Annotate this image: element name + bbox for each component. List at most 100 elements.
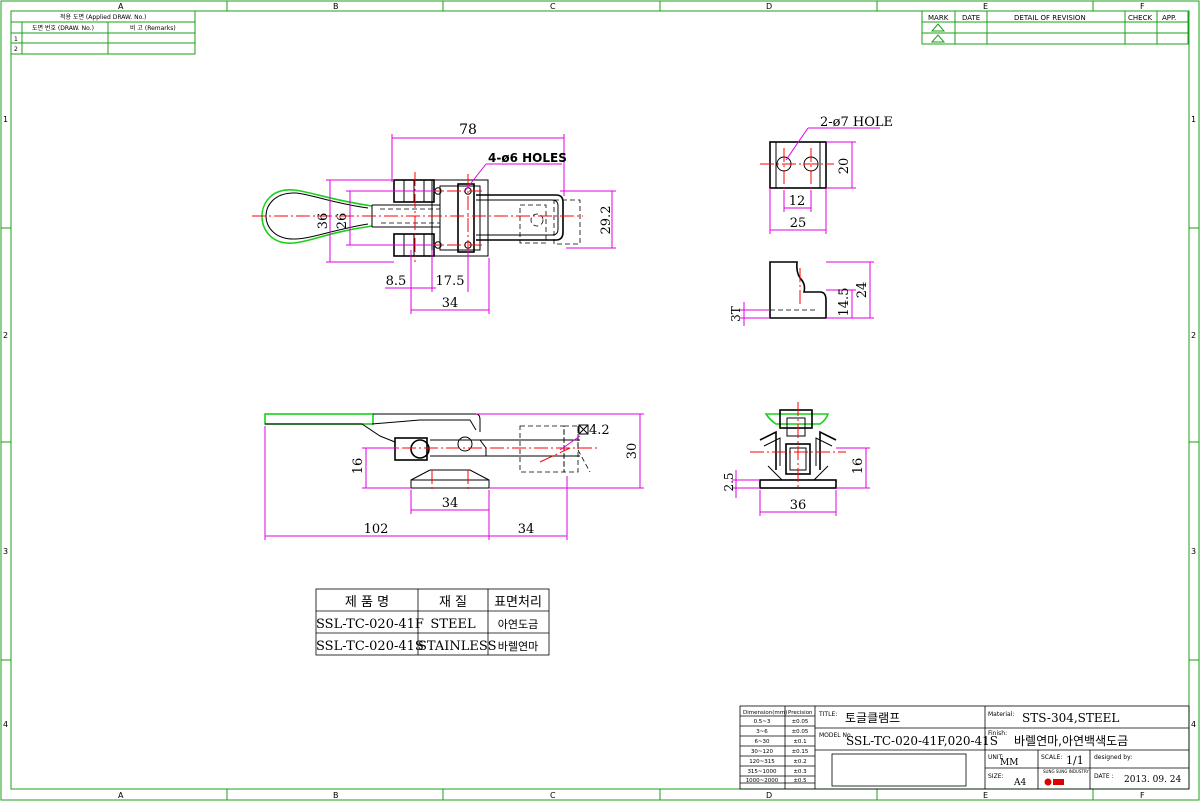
title-block: Dimension(mm) Precision 0.5~3 ±0.05 3~6 … <box>739 705 1190 790</box>
dim-29-2: 29.2 <box>599 206 614 235</box>
title-label: TITLE: <box>818 711 837 718</box>
tol-prec: ±0.1 <box>793 739 806 745</box>
scale-label: SCALE: <box>1041 754 1062 761</box>
tol-prec: ±0.2 <box>793 759 806 765</box>
plate-side-view: 24 14.5 3T <box>729 261 874 326</box>
date-label: DATE : <box>1094 773 1114 780</box>
ref-table-row-num: 1 <box>14 36 18 43</box>
dim-78: 78 <box>459 122 477 138</box>
dim-8-5: 8.5 <box>386 274 407 289</box>
zone-letter: F <box>1140 791 1145 800</box>
dim-14-5: 14.5 <box>837 288 852 317</box>
zone-letter: F <box>1140 2 1145 11</box>
front-view: 30 16 4.2 34 102 34 <box>264 413 644 540</box>
dim-4-holes: 4-ø6 HOLES <box>488 151 567 165</box>
dim-34b: 34 <box>442 496 459 511</box>
drawing-sheet: A B C D E F A B C D E F 1 2 3 4 1 2 3 4 … <box>0 0 1200 801</box>
revision-triangle-icon <box>930 23 946 32</box>
dim-36-side: 36 <box>790 498 807 513</box>
ref-table-col2: 비 고 (Remarks) <box>130 24 176 32</box>
logo-text: SUNG SUNG INDUSTRY <box>1043 769 1089 774</box>
zone-letters-top: A B C D E F <box>118 2 1145 11</box>
dim-36: 36 <box>316 213 331 230</box>
spec-header-name: 제 품 명 <box>345 595 389 610</box>
zone-letters-bottom: A B C D E F <box>118 791 1145 800</box>
dim-2-5: 2.5 <box>722 472 736 491</box>
revision-header-check: CHECK <box>1128 14 1152 22</box>
zone-number: 2 <box>3 331 8 340</box>
spec-header-material: 재 질 <box>439 595 467 610</box>
finish-label: Finish: <box>988 730 1007 737</box>
revision-header-date: DATE <box>962 14 980 22</box>
size-value: A4 <box>1013 778 1026 788</box>
spec-cell: 아연도금 <box>498 618 538 631</box>
inner-frame <box>10 10 1190 790</box>
outer-frame <box>0 0 1200 801</box>
tol-header-prec: Precision <box>788 710 813 716</box>
dim-20: 20 <box>837 158 852 175</box>
tol-prec: ±0.05 <box>792 729 809 735</box>
zone-number: 1 <box>1191 115 1196 124</box>
material-value: STS-304,STEEL <box>1022 711 1119 725</box>
ref-table-col1: 도면 번호 (DRAW. No.) <box>32 24 94 32</box>
title-value: 토글클램프 <box>845 711 900 725</box>
dim-16: 16 <box>351 458 366 475</box>
date-value: 2013. 09. 24 <box>1124 775 1182 785</box>
zone-number: 4 <box>1191 720 1196 729</box>
dim-17-5: 17.5 <box>436 274 465 289</box>
tol-prec: ±0.15 <box>792 749 809 755</box>
zone-letter: B <box>333 2 339 11</box>
dim-24: 24 <box>855 282 870 299</box>
plate-top-view: 2-ø7 HOLE 20 12 25 <box>760 115 893 234</box>
spec-cell: 바렐연마 <box>498 640 538 653</box>
revision-table: MARK DATE DETAIL OF REVISION CHECK APP. <box>921 10 1189 45</box>
dim-3t: 3T <box>729 306 743 322</box>
ref-table-header: 적용 도면 (Applied DRAW. No.) <box>60 13 146 21</box>
revision-header-mark: MARK <box>928 14 949 22</box>
tol-dim: 120~315 <box>749 759 775 765</box>
tol-dim: 1000~2000 <box>746 778 779 784</box>
zone-letter: C <box>550 791 556 800</box>
zone-letter: A <box>118 2 124 11</box>
spec-cell: STEEL <box>430 617 476 632</box>
scale-value: 1/1 <box>1066 754 1084 767</box>
spec-cell: SSL-TC-020-41F <box>316 617 424 632</box>
spec-header-finish: 표면처리 <box>494 595 542 610</box>
zone-number: 4 <box>3 720 8 729</box>
zone-letter: D <box>766 791 772 800</box>
side-view: 16 2.5 36 <box>722 402 870 516</box>
material-label: Material: <box>988 711 1014 718</box>
revision-triangle-icon <box>930 34 946 43</box>
spec-table: 제 품 명 재 질 표면처리 SSL-TC-020-41F STEEL 아연도금… <box>315 588 550 656</box>
dim-34a: 34 <box>442 296 459 311</box>
revision-header-app: APP. <box>1162 14 1176 22</box>
tol-dim: 3~6 <box>756 729 768 735</box>
zone-letter: B <box>333 791 339 800</box>
tol-header-dim: Dimension(mm) <box>743 710 787 716</box>
tol-prec: ±0.5 <box>793 778 807 784</box>
dim-12: 12 <box>789 194 806 209</box>
zone-letter: D <box>766 2 772 11</box>
tol-prec: ±0.3 <box>793 769 807 775</box>
unit-value: MM <box>1000 758 1018 768</box>
revision-header-detail: DETAIL OF REVISION <box>1014 14 1086 22</box>
designed-label: designed by: <box>1094 754 1132 761</box>
dim-30: 30 <box>625 443 640 460</box>
dim-4-2: 4.2 <box>589 423 610 438</box>
tol-dim: 315~1000 <box>747 769 777 775</box>
zone-letter: E <box>983 791 988 800</box>
dim-34c: 34 <box>518 522 535 537</box>
spec-cell: SSL-TC-020-41S <box>316 639 424 654</box>
zone-number: 1 <box>3 115 8 124</box>
front-base <box>410 479 490 489</box>
zone-letter: A <box>118 791 124 800</box>
dim-26: 26 <box>335 213 350 230</box>
ref-table-row-num: 2 <box>14 46 18 53</box>
zone-letter: E <box>983 2 988 11</box>
zone-number: 2 <box>1191 331 1196 340</box>
ref-table: 적용 도면 (Applied DRAW. No.) 도면 번호 (DRAW. N… <box>10 10 196 55</box>
dim-25: 25 <box>790 216 807 231</box>
u-frame <box>476 194 564 241</box>
zone-letter: C <box>550 2 556 11</box>
size-label: SIZE: <box>988 773 1004 780</box>
